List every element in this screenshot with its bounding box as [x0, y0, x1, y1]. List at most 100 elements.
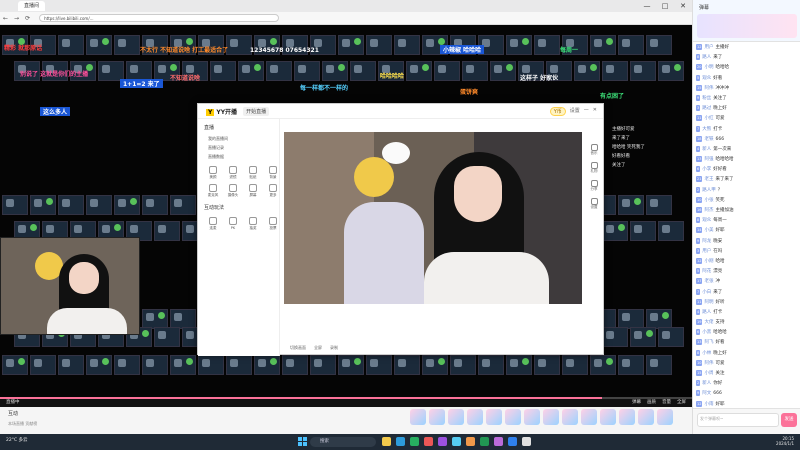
- chat-message[interactable]: 9 阿龙 晚安: [696, 237, 797, 248]
- forward-icon[interactable]: →: [14, 15, 19, 22]
- chat-username[interactable]: 阿伟: [704, 86, 713, 91]
- viewer-thumbnail[interactable]: [310, 355, 336, 375]
- viewer-thumbnail[interactable]: [506, 35, 532, 55]
- viewer-thumbnail[interactable]: [254, 355, 280, 375]
- viewer-thumbnail[interactable]: [322, 61, 348, 81]
- viewer-thumbnail[interactable]: [170, 309, 196, 329]
- viewer-thumbnail[interactable]: [170, 195, 196, 215]
- chat-message[interactable]: 13 阿强 哈哈哈哈: [696, 156, 797, 166]
- viewer-thumbnail[interactable]: [114, 355, 140, 375]
- yy-sidebar-item[interactable]: 我的直播间: [208, 136, 269, 142]
- chat-message[interactable]: 5 观众 好看: [696, 74, 797, 85]
- yy-tool-button[interactable]: 抽奖: [244, 217, 262, 231]
- chat-username[interactable]: 粉丝: [702, 96, 711, 101]
- chat-message[interactable]: 10 阿伟 可爱: [696, 359, 797, 370]
- viewer-thumbnail[interactable]: [490, 61, 516, 81]
- viewer-thumbnail[interactable]: [338, 35, 364, 55]
- fullscreen-toggle[interactable]: 全屏: [677, 399, 686, 405]
- taskbar-search[interactable]: 搜索: [310, 437, 376, 447]
- viewer-thumbnail[interactable]: [226, 35, 252, 55]
- chat-message[interactable]: 16 阿杰 主播加油: [696, 207, 797, 217]
- maximize-button[interactable]: □: [656, 0, 674, 12]
- viewer-thumbnail[interactable]: [602, 61, 628, 81]
- close-button[interactable]: ✕: [674, 0, 692, 12]
- yy-close-button[interactable]: ✕: [593, 107, 597, 116]
- viewer-thumbnail[interactable]: [366, 355, 392, 375]
- chat-username[interactable]: 阿花: [702, 269, 711, 274]
- viewer-thumbnail[interactable]: [282, 355, 308, 375]
- chat-username[interactable]: 小林: [702, 351, 711, 356]
- chat-username[interactable]: 小周: [704, 371, 713, 376]
- yy-tool-button[interactable]: 滤镜: [224, 166, 242, 180]
- yy-side-tool[interactable]: 分享: [588, 180, 600, 192]
- chat-message[interactable]: 18 老铁 666: [696, 135, 797, 146]
- chat-message[interactable]: 10 小张 笑死: [696, 196, 797, 207]
- chat-input[interactable]: 发个弹幕呗~: [697, 413, 779, 427]
- viewer-thumbnail[interactable]: [198, 355, 224, 375]
- gift-icon[interactable]: [619, 409, 635, 425]
- switch-scene-button[interactable]: 切换画面: [290, 345, 306, 351]
- chat-username[interactable]: 老张: [704, 279, 713, 284]
- viewer-thumbnail[interactable]: [238, 61, 264, 81]
- gift-icon[interactable]: [562, 409, 578, 425]
- viewer-thumbnail[interactable]: [658, 327, 684, 347]
- viewer-thumbnail[interactable]: [366, 35, 392, 55]
- viewer-thumbnail[interactable]: [294, 61, 320, 81]
- yy-side-tool[interactable]: 音乐: [588, 144, 600, 156]
- yy-sidebar-item[interactable]: 直播记录: [208, 145, 269, 151]
- viewer-thumbnail[interactable]: [658, 61, 684, 81]
- viewer-thumbnail[interactable]: [630, 327, 656, 347]
- quality-button[interactable]: 画质: [647, 399, 656, 405]
- viewer-thumbnail[interactable]: [86, 355, 112, 375]
- taskbar-app-icon[interactable]: [522, 437, 531, 446]
- yy-side-tool[interactable]: 设置: [588, 198, 600, 210]
- viewer-thumbnail[interactable]: [226, 355, 252, 375]
- taskbar-app-icon[interactable]: [466, 437, 475, 446]
- gift-icon[interactable]: [505, 409, 521, 425]
- record-button[interactable]: 录制: [330, 345, 338, 351]
- chat-message[interactable]: 8 观众 每周一: [696, 217, 797, 227]
- chat-message[interactable]: 6 小黑 哈哈哈: [696, 329, 797, 339]
- viewer-thumbnail[interactable]: [2, 195, 28, 215]
- send-button[interactable]: 发送: [781, 413, 797, 427]
- viewer-thumbnail[interactable]: [618, 309, 644, 329]
- yy-tool-button[interactable]: 摄像头: [224, 184, 242, 198]
- taskbar-app-icon[interactable]: [438, 437, 447, 446]
- yy-tool-button[interactable]: 更多: [264, 184, 282, 198]
- gift-icon[interactable]: [600, 409, 616, 425]
- viewer-thumbnail[interactable]: [114, 195, 140, 215]
- viewer-thumbnail[interactable]: [618, 35, 644, 55]
- chat-username[interactable]: 小张: [704, 198, 713, 203]
- viewer-thumbnail[interactable]: [590, 355, 616, 375]
- viewer-thumbnail[interactable]: [126, 61, 152, 81]
- chat-username[interactable]: 路人甲: [702, 188, 716, 193]
- yy-tool-button[interactable]: 屏幕: [244, 184, 262, 198]
- chat-message[interactable]: 15 阿伟 冲冲冲: [696, 84, 797, 95]
- viewer-thumbnail[interactable]: [534, 35, 560, 55]
- chat-username[interactable]: 老王: [704, 177, 713, 182]
- taskbar-app-icon[interactable]: [396, 437, 405, 446]
- chat-message[interactable]: 7 小白 来了: [696, 288, 797, 299]
- gift-icon[interactable]: [543, 409, 559, 425]
- chat-username[interactable]: 大佬: [704, 320, 713, 325]
- viewer-thumbnail[interactable]: [266, 61, 292, 81]
- viewer-thumbnail[interactable]: [114, 35, 140, 55]
- chat-username[interactable]: 老铁: [704, 137, 713, 142]
- yy-side-tool[interactable]: 礼物: [588, 162, 600, 174]
- chat-username[interactable]: 小白: [702, 290, 711, 295]
- chat-username[interactable]: 小刚: [704, 259, 713, 264]
- yy-tool-button[interactable]: 投票: [264, 217, 282, 231]
- viewer-thumbnail[interactable]: [154, 221, 180, 241]
- viewer-thumbnail[interactable]: [154, 327, 180, 347]
- reload-icon[interactable]: ⟳: [25, 15, 30, 22]
- chat-username[interactable]: 用户: [702, 249, 711, 254]
- viewer-thumbnail[interactable]: [170, 355, 196, 375]
- viewer-thumbnail[interactable]: [30, 195, 56, 215]
- chat-message[interactable]: 2 路人甲？: [696, 186, 797, 197]
- chat-message[interactable]: 7 大熊 打卡: [696, 125, 797, 136]
- chat-message[interactable]: 8 小林 晚上好: [696, 349, 797, 360]
- chat-username[interactable]: 路过: [702, 106, 711, 111]
- viewer-thumbnail[interactable]: [58, 35, 84, 55]
- yy-tool-button[interactable]: 连麦: [204, 217, 222, 231]
- gift-icon[interactable]: [581, 409, 597, 425]
